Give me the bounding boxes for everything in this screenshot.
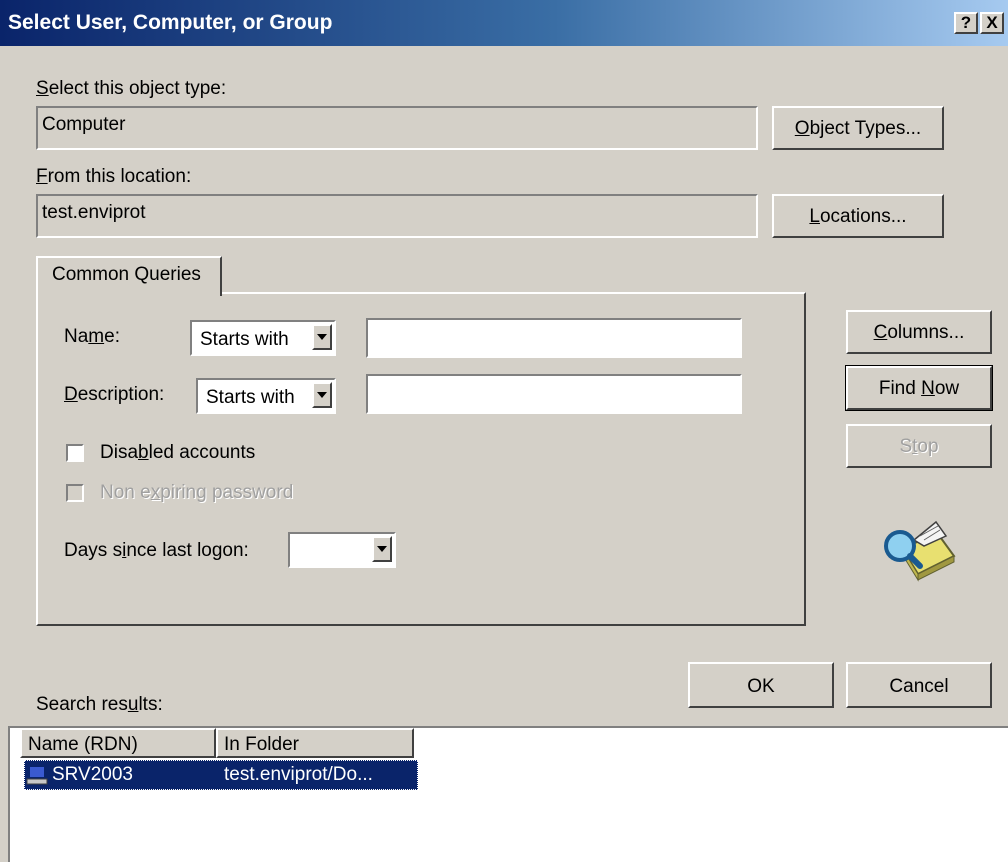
name-match-value: Starts with — [200, 329, 289, 350]
description-match-value: Starts with — [206, 387, 295, 408]
columns-button[interactable]: Columns... — [846, 310, 992, 354]
chevron-down-icon[interactable] — [312, 324, 332, 350]
column-header-in-folder[interactable]: In Folder — [216, 728, 414, 758]
find-now-button[interactable]: Find Now — [845, 365, 993, 411]
non-expiring-password-checkbox — [66, 484, 84, 502]
computer-icon — [26, 764, 48, 792]
object-type-field: Computer — [36, 106, 758, 150]
name-input[interactable] — [366, 318, 742, 358]
tab-common-queries[interactable]: Common Queries — [36, 256, 222, 296]
locations-button[interactable]: Locations... — [772, 194, 944, 238]
cancel-button[interactable]: Cancel — [846, 662, 992, 708]
description-match-combo[interactable]: Starts with — [196, 378, 336, 414]
search-results-list[interactable]: Name (RDN) In Folder SRV2003 test.envipr… — [8, 726, 1008, 862]
help-button[interactable]: ? — [954, 12, 978, 34]
search-computer-icon — [880, 516, 956, 582]
location-label: From this location: — [36, 166, 192, 187]
object-type-label: Select this object type: — [36, 78, 227, 99]
description-label: Description: — [64, 384, 165, 405]
window-title: Select User, Computer, or Group — [8, 11, 333, 34]
ok-button[interactable]: OK — [688, 662, 834, 708]
disabled-accounts-checkbox[interactable] — [66, 444, 84, 462]
name-match-combo[interactable]: Starts with — [190, 320, 336, 356]
days-since-logon-label: Days since last logon: — [64, 540, 249, 561]
close-button[interactable]: X — [980, 12, 1004, 34]
chevron-down-icon[interactable] — [312, 382, 332, 408]
stop-button: Stop — [846, 424, 992, 468]
result-folder: test.enviprot/Do... — [224, 764, 373, 785]
description-input[interactable] — [366, 374, 742, 414]
location-field: test.enviprot — [36, 194, 758, 238]
list-item[interactable]: SRV2003 test.enviprot/Do... — [24, 760, 418, 790]
chevron-down-icon[interactable] — [372, 536, 392, 562]
name-label: Name: — [64, 326, 120, 347]
search-results-label: Search results: — [36, 694, 163, 715]
result-name: SRV2003 — [52, 764, 133, 785]
object-types-button[interactable]: Object Types... — [772, 106, 944, 150]
disabled-accounts-label: Disabled accounts — [100, 442, 256, 463]
days-since-logon-combo[interactable] — [288, 532, 396, 568]
column-header-name[interactable]: Name (RDN) — [20, 728, 216, 758]
non-expiring-password-label: Non expiring password — [100, 482, 294, 503]
title-bar: Select User, Computer, or Group ? X — [0, 0, 1008, 46]
